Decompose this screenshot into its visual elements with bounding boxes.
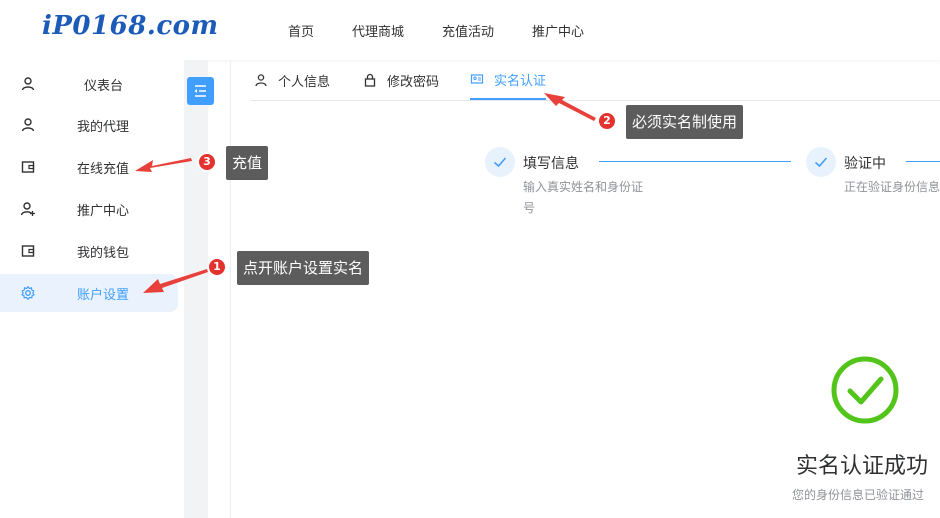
annotation-label-1: 点开账户设置实名	[237, 251, 370, 285]
annotation-arrow-1	[143, 269, 208, 293]
annotation-arrow-3	[135, 158, 192, 172]
annotation-label-2: 必须实名制使用	[626, 105, 744, 139]
annotation-arrows	[135, 93, 596, 293]
annotation-arrow-2	[544, 93, 596, 121]
annotation-badge-3: 3	[197, 152, 217, 172]
annotation-label-3: 充值	[226, 146, 269, 180]
annotation-badge-1: 1	[207, 257, 227, 277]
annotation-badge-2: 2	[597, 111, 617, 131]
